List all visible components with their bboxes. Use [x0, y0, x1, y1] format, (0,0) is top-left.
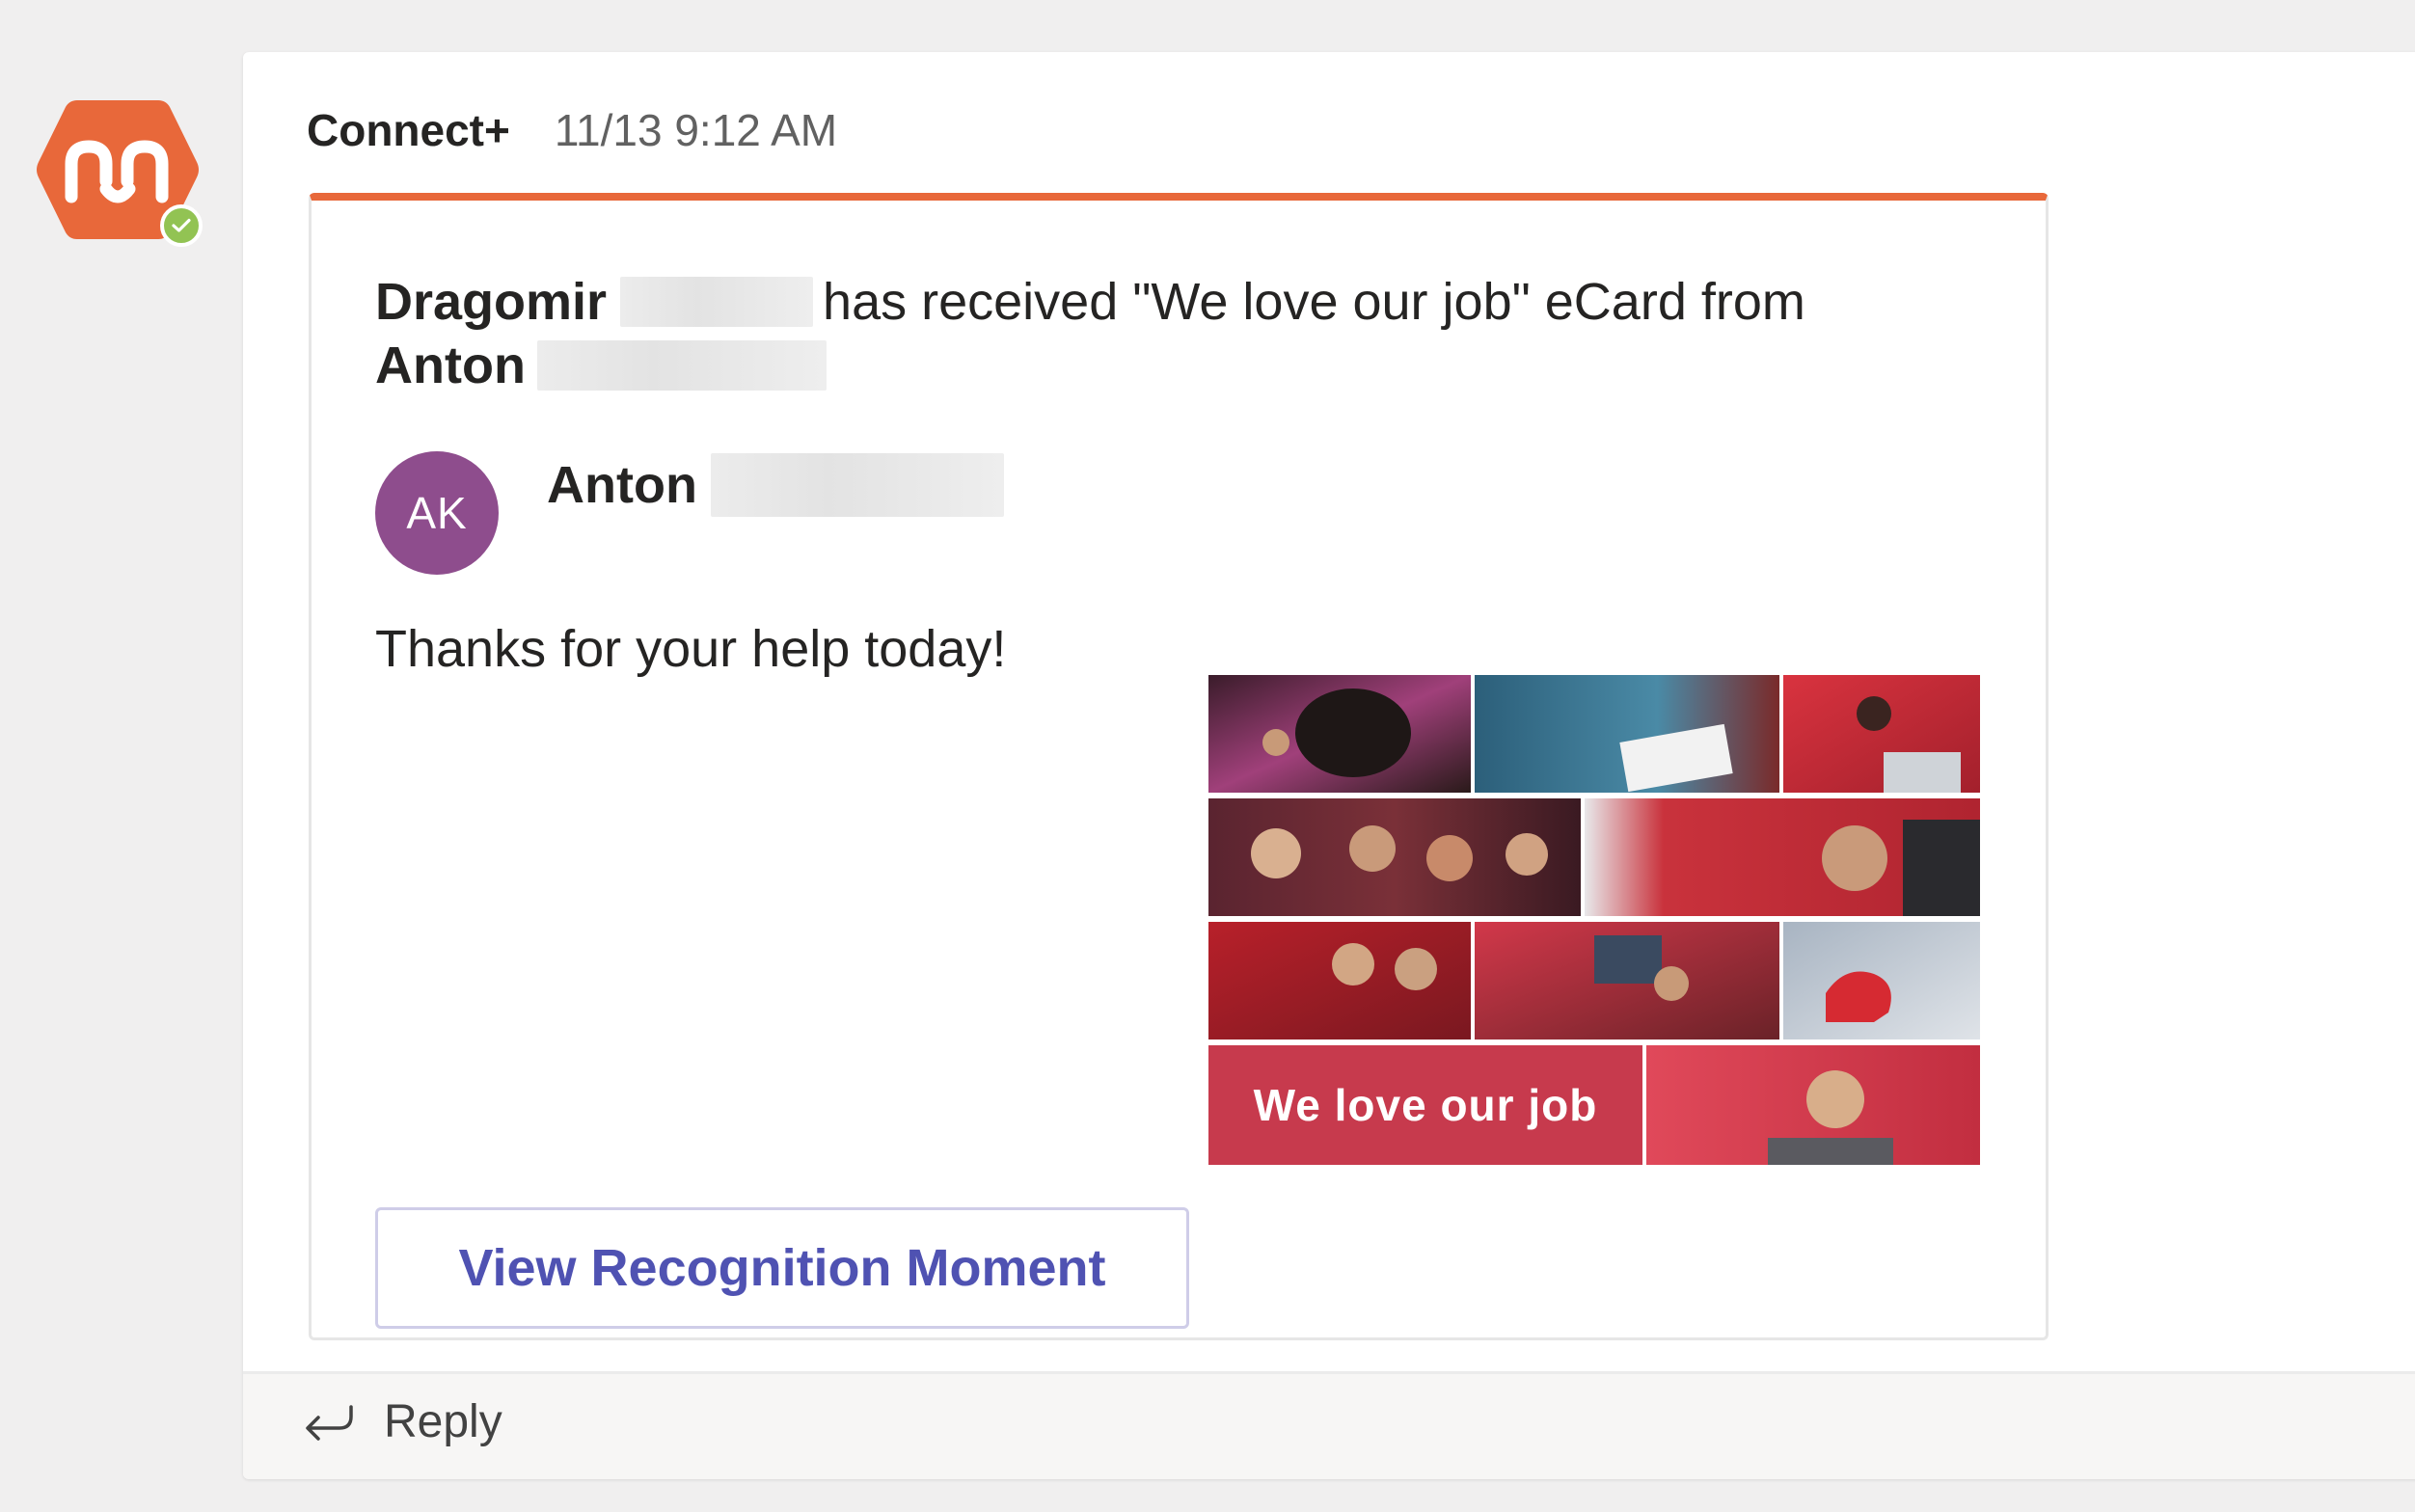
- chat-message: Connect+ 11/13 9:12 AM Dragomir has recei…: [243, 52, 2415, 1479]
- card-title: Dragomir has received "We love our job" e…: [375, 270, 1957, 397]
- author-name-block: Anton: [547, 453, 1004, 517]
- redacted-surname: [536, 340, 827, 391]
- ecard-image: We love our job: [1208, 675, 1980, 1165]
- author-initials: AK: [406, 488, 468, 538]
- sender-name[interactable]: Connect+: [307, 104, 510, 156]
- available-check-icon: [160, 204, 203, 247]
- ecard-banner-text: We love our job: [1253, 1080, 1598, 1130]
- redacted-surname: [620, 277, 814, 327]
- reply-label: Reply: [384, 1396, 502, 1447]
- ecard-banner: We love our job: [1208, 1045, 1642, 1165]
- redacted-surname: [710, 453, 1004, 517]
- recognition-message: Thanks for your help today!: [375, 620, 1007, 678]
- view-recognition-moment-button[interactable]: View Recognition Moment: [375, 1207, 1189, 1329]
- author-row: AK Anton: [375, 451, 1004, 575]
- message-timestamp: 11/13 9:12 AM: [554, 105, 838, 155]
- reply-button[interactable]: Reply: [303, 1395, 502, 1448]
- recipient-name: Dragomir: [375, 273, 608, 331]
- reply-arrow-icon: [306, 1404, 353, 1441]
- message-header: Connect+ 11/13 9:12 AM: [307, 104, 837, 156]
- author-name: Anton: [547, 456, 697, 514]
- card-title-text: has received "We love our job" eCard fro…: [823, 273, 1805, 331]
- reply-bar: Reply: [243, 1371, 2415, 1479]
- author-avatar: AK: [375, 451, 499, 575]
- sender-first-name: Anton: [375, 337, 526, 394]
- adaptive-card: Dragomir has received "We love our job" e…: [309, 193, 2049, 1340]
